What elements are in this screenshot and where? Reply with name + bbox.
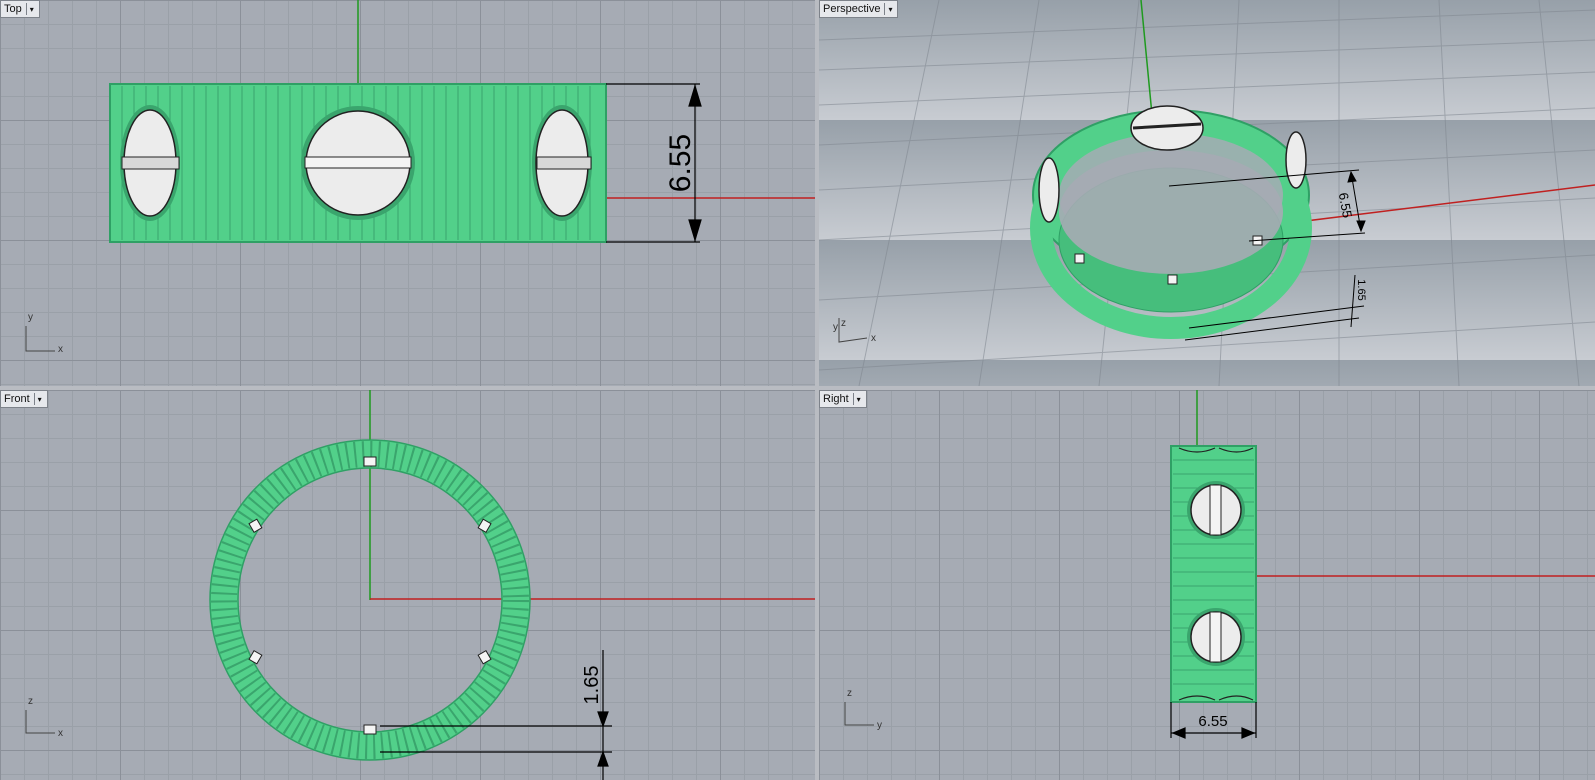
axis-widget: z y <box>844 688 882 731</box>
viewport-title-front[interactable]: Front ▾ <box>0 390 48 408</box>
ring-top[interactable] <box>109 83 607 243</box>
dimension-label: 6.55 <box>664 134 697 192</box>
viewport-title-top[interactable]: Top ▾ <box>0 0 40 18</box>
screw-right <box>532 105 592 221</box>
axis-x-label: x <box>58 344 63 355</box>
perspective-viewport[interactable]: Perspective ▾ 6.55 1.65 z y x <box>819 0 1595 386</box>
axis-y-label: y <box>833 322 838 333</box>
screw-left <box>120 105 180 221</box>
axis-z-label: z <box>28 696 33 707</box>
screw-left <box>1038 157 1060 223</box>
right-viewport[interactable]: Right ▾ 6.55 z y <box>819 390 1595 780</box>
top-view-scene: 6.55 y x <box>25 0 815 355</box>
viewport-title-perspective[interactable]: Perspective ▾ <box>819 0 899 18</box>
screw-upper <box>1187 481 1245 539</box>
inner-stud <box>1074 253 1085 264</box>
inner-stud <box>363 456 377 467</box>
viewport-label: Top <box>4 3 22 15</box>
dimension-label: 1.65 <box>581 666 603 705</box>
perspective-scene: 6.55 1.65 z y x <box>819 0 1595 386</box>
axis-y-label: y <box>877 720 882 731</box>
viewport-label: Front <box>4 393 30 405</box>
ring-right[interactable] <box>1170 445 1257 703</box>
dropdown-arrow-icon[interactable]: ▾ <box>852 393 864 405</box>
axis-z-label: z <box>847 688 852 699</box>
dimension-label-thickness: 1.65 <box>1355 279 1367 300</box>
viewport-label: Right <box>823 393 849 405</box>
axis-z-label: z <box>841 318 846 329</box>
ring-perspective[interactable] <box>1030 105 1312 339</box>
screw-lower <box>1187 608 1245 666</box>
dropdown-arrow-icon[interactable]: ▾ <box>33 393 45 405</box>
axis-x-label: x <box>871 333 876 344</box>
axis-x-label: x <box>58 728 63 739</box>
screw-center <box>301 106 415 220</box>
dimension-label: 6.55 <box>1198 713 1227 730</box>
viewport-label: Perspective <box>823 3 881 15</box>
inner-stud <box>1167 274 1178 285</box>
front-viewport[interactable]: Front ▾ 1.65 z x <box>0 390 815 780</box>
axis-widget: z x <box>25 696 63 739</box>
right-view-scene: 6.55 z y <box>844 390 1595 739</box>
inner-stud <box>363 724 377 735</box>
axis-widget: y x <box>25 312 63 355</box>
dropdown-arrow-icon[interactable]: ▾ <box>884 3 895 15</box>
screw-top <box>1130 105 1204 151</box>
dropdown-arrow-icon[interactable]: ▾ <box>25 3 37 15</box>
viewport-title-right[interactable]: Right ▾ <box>819 390 867 408</box>
screw-right <box>1285 131 1307 189</box>
axis-y-label: y <box>28 312 33 323</box>
top-viewport[interactable]: Top ▾ 6.55 y x <box>0 0 815 386</box>
front-view-scene: 1.65 z x <box>25 390 815 780</box>
axis-widget: z y x <box>833 318 876 344</box>
